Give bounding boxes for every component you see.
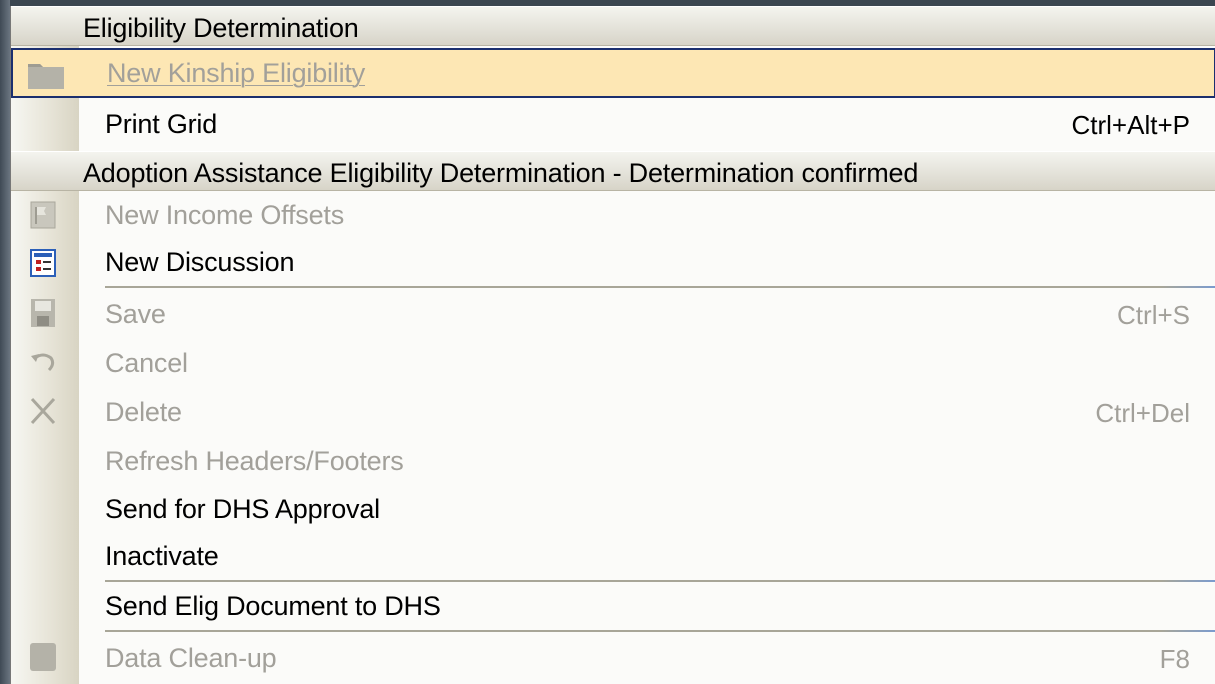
menu-item-inactivate[interactable]: Inactivate	[11, 534, 1215, 580]
section-header-label: Adoption Assistance Eligibility Determin…	[83, 158, 919, 188]
menu-item-label: Data Clean-up	[105, 643, 277, 673]
menu-item-send-elig-document[interactable]: Send Elig Document to DHS	[11, 584, 1215, 630]
menu-separator	[105, 580, 1215, 582]
context-menu: Eligibility Determination New Kinship El…	[10, 6, 1215, 684]
menu-item-cancel[interactable]: Cancel	[11, 340, 1215, 386]
folder-icon	[28, 64, 64, 89]
menu-item-new-kinship-eligibility[interactable]: New Kinship Eligibility	[11, 48, 1215, 98]
menu-item-shortcut: Ctrl+S	[1117, 300, 1190, 330]
delete-x-icon	[30, 397, 56, 425]
menu-item-label: Send Elig Document to DHS	[105, 591, 441, 621]
menu-item-new-discussion[interactable]: New Discussion	[11, 240, 1215, 286]
menu-item-label: New Income Offsets	[105, 200, 344, 230]
section-header-label: Eligibility Determination	[83, 13, 359, 43]
menu-item-label: Refresh Headers/Footers	[105, 446, 404, 476]
menu-item-label: Delete	[105, 397, 182, 427]
menu-separator	[105, 630, 1215, 632]
square-icon	[30, 643, 56, 671]
floppy-disk-icon	[31, 299, 55, 327]
section-header-eligibility-determination: Eligibility Determination	[11, 6, 1215, 46]
menu-item-label: Cancel	[105, 348, 188, 378]
menu-item-label: New Kinship Eligibility	[107, 58, 366, 88]
menu-item-label: Inactivate	[105, 541, 219, 571]
menu-item-print-grid[interactable]: Print Grid Ctrl+Alt+P	[11, 101, 1215, 149]
menu-item-shortcut: Ctrl+Del	[1095, 398, 1190, 428]
menu-item-shortcut: Ctrl+Alt+P	[1071, 110, 1191, 140]
window-left-edge	[0, 0, 10, 684]
menu-item-refresh-headers-footers[interactable]: Refresh Headers/Footers	[11, 438, 1215, 484]
menu-separator	[105, 286, 1215, 288]
menu-item-label: New Discussion	[105, 247, 295, 277]
undo-icon	[31, 353, 55, 372]
menu-item-label: Print Grid	[105, 109, 218, 139]
menu-item-new-income-offsets[interactable]: New Income Offsets	[11, 192, 1215, 238]
flag-icon	[30, 201, 56, 229]
menu-item-shortcut: F8	[1159, 644, 1190, 674]
menu-item-save[interactable]: Save Ctrl+S	[11, 290, 1215, 338]
discussion-icon	[30, 249, 56, 277]
menu-item-delete[interactable]: Delete Ctrl+Del	[11, 388, 1215, 436]
menu-item-label: Send for DHS Approval	[105, 494, 380, 524]
section-header-adoption-assistance: Adoption Assistance Eligibility Determin…	[11, 151, 1215, 191]
menu-item-send-for-dhs-approval[interactable]: Send for DHS Approval	[11, 486, 1215, 534]
menu-item-label: Save	[105, 299, 166, 329]
menu-item-data-clean-up[interactable]: Data Clean-up F8	[11, 634, 1215, 682]
